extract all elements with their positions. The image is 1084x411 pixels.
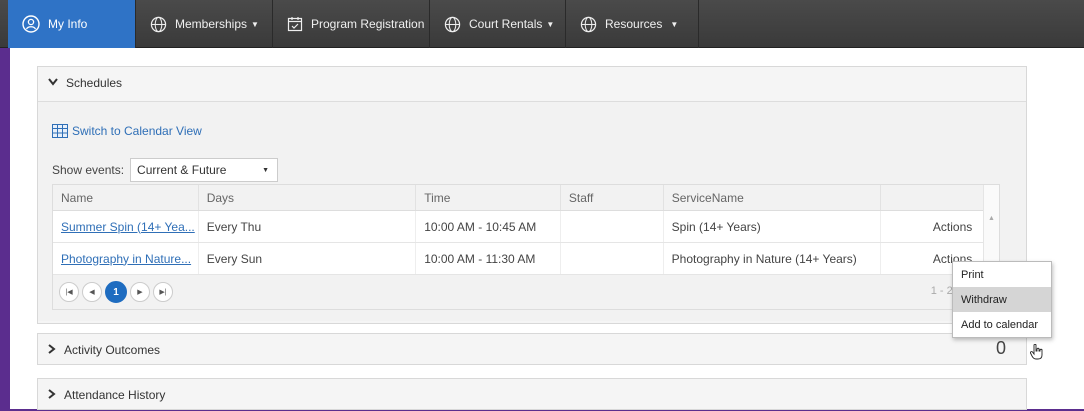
select-value: Current & Future xyxy=(137,163,227,177)
caret-down-icon: ▼ xyxy=(251,19,259,29)
nav-label: Memberships xyxy=(175,17,248,31)
menu-item-add-to-calendar[interactable]: Add to calendar xyxy=(953,312,1051,337)
table-cell-days: Every Sun xyxy=(199,243,417,274)
show-events-filter: Show events: Current & Future ▼ xyxy=(52,158,279,182)
first-page-icon[interactable]: |◀ xyxy=(59,282,79,302)
calendar-grid-icon xyxy=(52,124,68,138)
nav-memberships[interactable]: Memberships ▼ xyxy=(136,0,273,48)
schedules-table: Name Days Time Staff ServiceName Summer … xyxy=(52,184,1000,310)
nav-label: Court Rentals xyxy=(469,17,543,31)
table-header-row: Name Days Time Staff ServiceName xyxy=(53,185,999,211)
column-header-name[interactable]: Name xyxy=(53,185,199,210)
nav-program-registration[interactable]: Program Registration xyxy=(273,0,430,48)
table-pager: |◀ ◀ 1 ▶ ▶| 1 - 2 of xyxy=(53,275,999,309)
switch-label: Switch to Calendar View xyxy=(72,124,202,138)
schedules-panel-header[interactable]: Schedules xyxy=(38,67,1026,99)
switch-to-calendar-link[interactable]: Switch to Calendar View xyxy=(52,124,202,138)
caret-down-icon: ▼ xyxy=(546,19,555,29)
actions-context-menu: Print Withdraw Add to calendar xyxy=(952,261,1052,338)
top-navigation-bar: My Info Memberships ▼ Program Registrati… xyxy=(0,0,1084,48)
table-cell-staff xyxy=(561,211,664,242)
table-cell-service: Spin (14+ Years) xyxy=(664,211,882,242)
nav-resources[interactable]: Resources ▼ xyxy=(566,0,699,48)
nav-label: Program Registration xyxy=(311,17,425,31)
current-page-button[interactable]: 1 xyxy=(105,281,127,303)
table-row: Photography in Nature... Every Sun 10:00… xyxy=(53,243,999,275)
scroll-up-icon[interactable]: ▲ xyxy=(988,215,995,222)
chevron-right-icon xyxy=(48,343,56,357)
attendance-history-panel: Attendance History xyxy=(37,378,1027,410)
table-row: Summer Spin (14+ Yea... Every Thu 10:00 … xyxy=(53,211,999,243)
table-cell-days: Every Thu xyxy=(199,211,417,242)
caret-down-icon: ▼ xyxy=(262,166,270,174)
panel-title: Attendance History xyxy=(64,388,166,402)
nav-label: My Info xyxy=(48,17,88,31)
chevron-down-icon xyxy=(48,77,58,89)
hand-cursor-icon xyxy=(1029,343,1044,363)
table-cell-staff xyxy=(561,243,664,274)
column-header-actions xyxy=(881,185,999,210)
globe-icon xyxy=(444,16,461,33)
table-cell-service: Photography in Nature (14+ Years) xyxy=(664,243,882,274)
nav-label: Resources xyxy=(605,17,663,31)
column-header-days[interactable]: Days xyxy=(199,185,417,210)
table-cell-name: Summer Spin (14+ Yea... xyxy=(53,211,199,242)
menu-item-print[interactable]: Print xyxy=(953,262,1051,287)
globe-icon xyxy=(580,16,597,33)
prev-page-icon[interactable]: ◀ xyxy=(82,282,102,302)
program-link[interactable]: Photography in Nature... xyxy=(61,252,191,266)
table-cell-time: 10:00 AM - 10:45 AM xyxy=(416,211,561,242)
column-header-staff[interactable]: Staff xyxy=(561,185,664,210)
program-link[interactable]: Summer Spin (14+ Yea... xyxy=(61,220,195,234)
menu-item-withdraw[interactable]: Withdraw xyxy=(953,287,1051,312)
schedules-panel-body: Switch to Calendar View Show events: Cur… xyxy=(38,101,1026,321)
nav-my-info[interactable]: My Info xyxy=(8,0,136,48)
calendar-check-icon xyxy=(287,16,303,32)
table-cell-time: 10:00 AM - 11:30 AM xyxy=(416,243,561,274)
next-page-icon[interactable]: ▶ xyxy=(130,282,150,302)
table-cell-name: Photography in Nature... xyxy=(53,243,199,274)
activity-outcomes-header[interactable]: Activity Outcomes xyxy=(38,334,1026,366)
show-events-select[interactable]: Current & Future ▼ xyxy=(130,158,279,182)
show-events-label: Show events: xyxy=(52,163,125,177)
activity-outcomes-panel: Activity Outcomes xyxy=(37,333,1027,365)
actions-button[interactable]: Actions xyxy=(881,211,999,242)
main-content: Schedules Switch to Calendar View Show e… xyxy=(10,48,1084,410)
user-circle-icon xyxy=(22,15,40,33)
schedules-panel: Schedules Switch to Calendar View Show e… xyxy=(37,66,1027,324)
column-header-servicename[interactable]: ServiceName xyxy=(664,185,882,210)
activity-outcomes-count: 0 xyxy=(996,338,1007,358)
caret-down-icon: ▼ xyxy=(670,19,679,29)
globe-icon xyxy=(150,16,167,33)
attendance-history-header[interactable]: Attendance History xyxy=(38,379,1026,411)
panel-title: Schedules xyxy=(66,76,123,90)
chevron-right-icon xyxy=(48,388,56,402)
nav-court-rentals[interactable]: Court Rentals ▼ xyxy=(430,0,566,48)
column-header-time[interactable]: Time xyxy=(416,185,561,210)
last-page-icon[interactable]: ▶| xyxy=(153,282,173,302)
panel-title: Activity Outcomes xyxy=(64,343,161,357)
